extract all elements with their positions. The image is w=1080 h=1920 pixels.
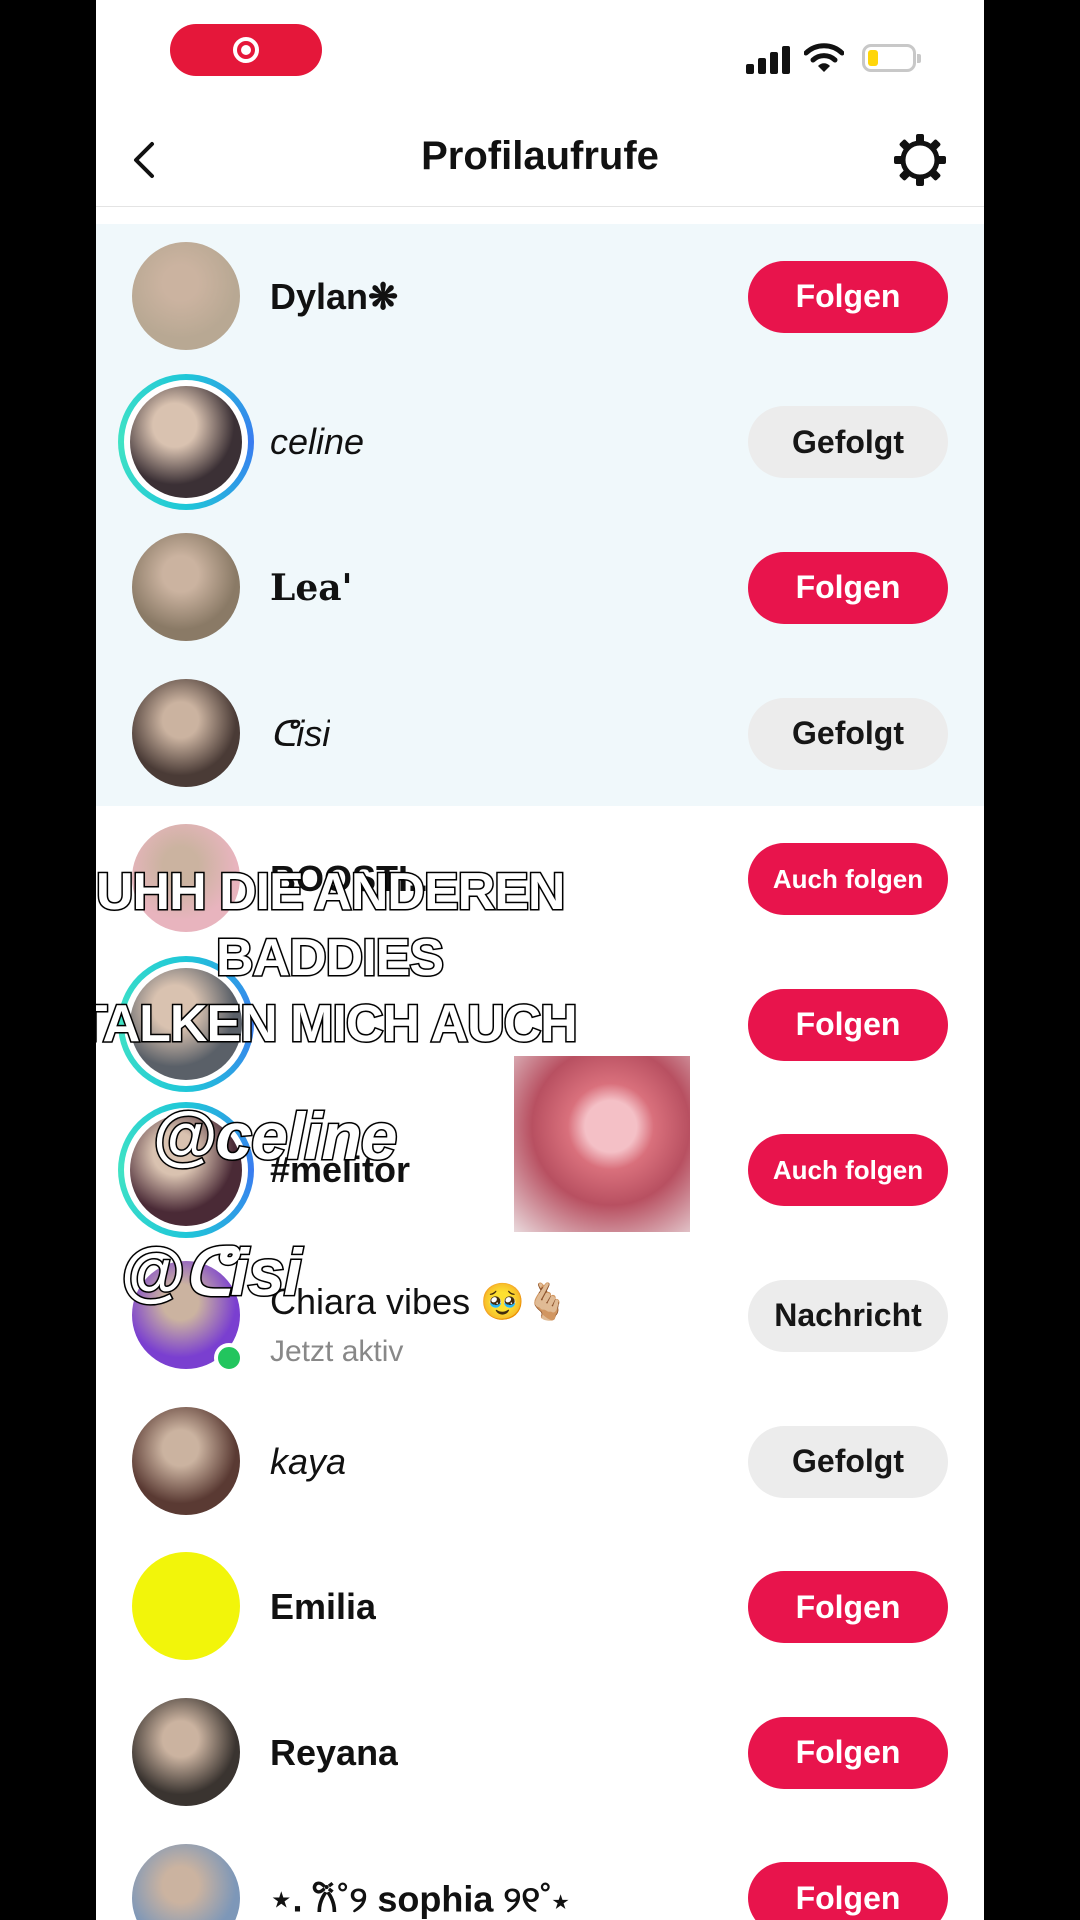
- follow-button[interactable]: Folgen: [748, 260, 948, 333]
- username[interactable]: kaya: [270, 1441, 346, 1483]
- screen-recording-indicator[interactable]: [170, 24, 322, 76]
- follow-back-button[interactable]: Auch folgen: [748, 1134, 948, 1207]
- follow-button[interactable]: Folgen: [748, 1571, 948, 1644]
- following-button[interactable]: Gefolgt: [748, 406, 948, 479]
- battery-icon: [862, 44, 921, 72]
- avatar[interactable]: [132, 1406, 240, 1515]
- list-item[interactable]: ᕦisi Gefolgt: [96, 660, 984, 807]
- list-item[interactable]: celine Gefolgt: [96, 369, 984, 516]
- avatar[interactable]: [132, 1697, 240, 1806]
- username[interactable]: Emilia: [270, 1586, 376, 1628]
- list-item[interactable]: Dylan❋ Folgen: [96, 224, 984, 370]
- record-icon: [233, 37, 259, 63]
- page-title: Profilaufrufe: [421, 134, 659, 178]
- follow-button[interactable]: Folgen: [748, 1716, 948, 1789]
- following-button[interactable]: Gefolgt: [748, 697, 948, 770]
- username[interactable]: celine: [270, 421, 364, 463]
- following-button[interactable]: Gefolgt: [748, 1425, 948, 1498]
- avatar[interactable]: [132, 678, 240, 787]
- avatar[interactable]: [132, 1552, 240, 1661]
- username[interactable]: Reyana: [270, 1732, 398, 1774]
- list-item[interactable]: Emilia Folgen: [96, 1534, 984, 1680]
- list-item[interactable]: Reyana Folgen: [96, 1680, 984, 1826]
- list-item[interactable]: kaya Gefolgt: [96, 1389, 984, 1535]
- overlay-caption-line-1: UHH DIE ANDEREN: [96, 862, 567, 923]
- follow-button[interactable]: Folgen: [748, 1862, 948, 1920]
- username[interactable]: Dylan❋: [270, 276, 398, 318]
- overlay-photo: [514, 1056, 690, 1232]
- avatar: [130, 385, 242, 498]
- avatar[interactable]: [132, 242, 240, 350]
- avatar[interactable]: [132, 1843, 240, 1920]
- overlay-caption-line-2: BADDIES: [214, 928, 445, 989]
- username[interactable]: Chiara vibes 🥹🫰🏼: [270, 1281, 570, 1323]
- activity-status: Jetzt aktiv: [270, 1335, 404, 1369]
- follow-button[interactable]: Folgen: [748, 988, 948, 1061]
- username[interactable]: Lea': [270, 567, 353, 609]
- online-status-dot: [214, 1343, 244, 1374]
- overlay-mention-isi: @ᕦisi: [119, 1234, 304, 1311]
- avatar[interactable]: [132, 533, 240, 642]
- follow-back-button[interactable]: Auch folgen: [748, 843, 948, 916]
- avatar-story-ring[interactable]: [118, 373, 254, 510]
- cellular-signal-icon: [746, 46, 790, 74]
- list-item[interactable]: Lea' Folgen: [96, 515, 984, 661]
- header: Profilaufrufe: [96, 110, 984, 207]
- list-item[interactable]: ⋆. 𐙚˚୨ sophia ୨୧˚⋆ Folgen: [96, 1826, 984, 1920]
- overlay-mention-celine: @celine: [150, 1098, 398, 1175]
- message-button[interactable]: Nachricht: [748, 1279, 948, 1352]
- username[interactable]: ⋆. 𐙚˚୨ sophia ୨୧˚⋆: [270, 1874, 569, 1920]
- phone-screen: Profilaufrufe Dylan❋ Folgen celine Gefolgt L…: [96, 0, 984, 1920]
- avatar-ring-gap: [124, 379, 248, 504]
- follow-button[interactable]: Folgen: [748, 551, 948, 624]
- wifi-icon: [804, 43, 844, 72]
- overlay-caption-line-3: STALKEN MICH AUCH: [96, 994, 579, 1055]
- username[interactable]: ᕦisi: [270, 713, 330, 755]
- settings-gear-icon[interactable]: [892, 132, 948, 188]
